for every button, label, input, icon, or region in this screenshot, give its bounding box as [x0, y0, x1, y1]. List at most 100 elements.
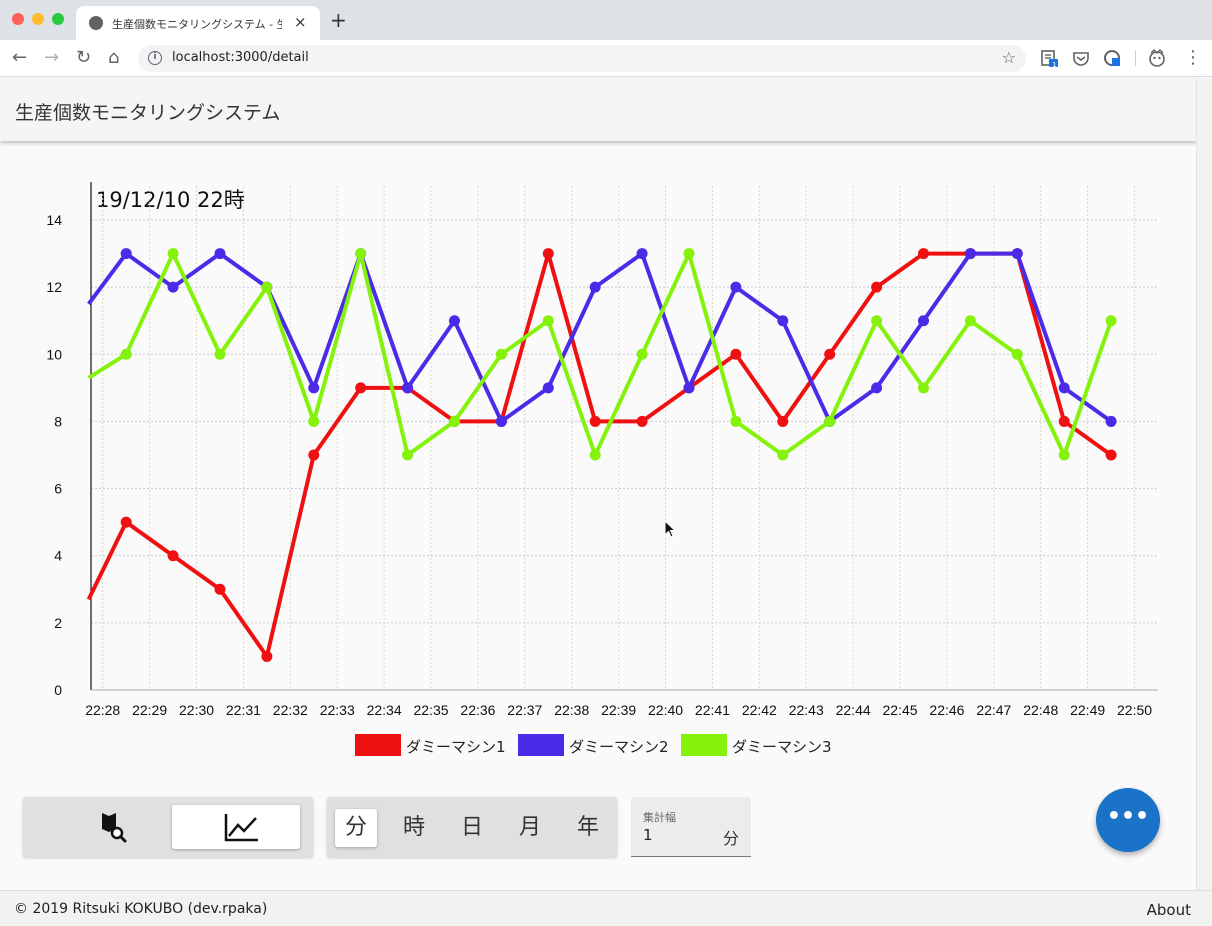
app-bar: 生産個数モニタリングシステム — [0, 78, 1196, 141]
y-tick-label: 12 — [46, 279, 62, 295]
data-point — [308, 382, 320, 394]
data-point — [777, 315, 789, 327]
x-tick-label: 22:50 — [1117, 702, 1152, 718]
x-tick-label: 22:45 — [883, 702, 918, 718]
x-tick-label: 22:35 — [414, 702, 449, 718]
x-tick-label: 22:47 — [976, 702, 1011, 718]
browser-menu-icon[interactable]: ⋮ — [1184, 48, 1202, 68]
data-point — [1058, 382, 1070, 394]
data-point — [871, 382, 883, 394]
x-tick-label: 22:31 — [226, 702, 261, 718]
more-actions-fab[interactable]: ••• — [1096, 788, 1160, 852]
data-point — [683, 248, 695, 260]
tab-title: 生産個数モニタリングシステム - 生産個数 — [112, 18, 282, 31]
x-tick-label: 22:38 — [554, 702, 589, 718]
forward-button[interactable]: → — [44, 48, 59, 68]
aggregation-width-field[interactable]: 集計幅 1 分 — [631, 797, 751, 857]
chart-title: 19/12/10 22時 — [96, 188, 245, 212]
unit-month-button[interactable]: 月 — [509, 809, 551, 847]
x-tick-label: 22:37 — [507, 702, 542, 718]
home-button[interactable]: ⌂ — [108, 48, 119, 68]
back-button[interactable]: ← — [12, 48, 27, 68]
y-tick-label: 8 — [54, 413, 62, 429]
x-tick-label: 22:32 — [273, 702, 308, 718]
data-point — [214, 348, 226, 360]
x-tick-label: 22:28 — [85, 702, 120, 718]
close-window-button[interactable] — [12, 13, 24, 25]
data-point — [355, 248, 367, 260]
mouse-cursor-icon — [664, 520, 677, 538]
minimize-window-button[interactable] — [32, 13, 44, 25]
chart-grid — [91, 186, 1158, 690]
data-point — [636, 248, 648, 260]
x-tick-label: 22:36 — [460, 702, 495, 718]
copyright-text: © 2019 Ritsuki KOKUBO (dev.rpaka) — [14, 901, 268, 917]
chart-series — [86, 248, 1117, 662]
data-point — [589, 281, 601, 293]
series-1 — [86, 248, 1117, 662]
data-point — [730, 348, 742, 360]
browser-tab-bar: 生産個数モニタリングシステム - 生産個数 × + — [0, 0, 1212, 40]
data-point — [730, 281, 742, 293]
legend-label-1: ダミーマシン1 — [406, 738, 506, 756]
data-point — [355, 382, 367, 394]
profile-avatar-icon[interactable] — [1148, 49, 1166, 67]
aggregation-width-suffix: 分 — [723, 829, 740, 848]
x-tick-label: 22:30 — [179, 702, 214, 718]
data-point — [1105, 449, 1117, 461]
data-point — [824, 348, 836, 360]
data-point — [308, 449, 320, 461]
data-point — [777, 415, 789, 427]
data-point — [120, 248, 132, 260]
data-point — [683, 382, 695, 394]
zoom-window-button[interactable] — [52, 13, 64, 25]
data-point — [167, 281, 179, 293]
view-toggle-group — [23, 797, 313, 857]
data-point — [214, 583, 226, 595]
address-bar[interactable]: i localhost:3000/detail ☆ — [138, 45, 1026, 72]
unit-day-button[interactable]: 日 — [451, 809, 493, 847]
x-tick-label: 22:49 — [1070, 702, 1105, 718]
new-tab-button[interactable]: + — [330, 10, 347, 30]
vertical-scrollbar[interactable] — [1196, 78, 1212, 890]
url-text[interactable]: localhost:3000/detail — [172, 50, 309, 65]
data-point — [589, 415, 601, 427]
x-tick-label: 22:41 — [695, 702, 730, 718]
map-view-button[interactable] — [45, 807, 145, 847]
x-tick-label: 22:40 — [648, 702, 683, 718]
aggregation-width-input[interactable]: 1 — [643, 826, 653, 844]
reload-button[interactable]: ↻ — [76, 48, 91, 68]
x-tick-label: 22:44 — [836, 702, 871, 718]
legend-swatch-3 — [681, 734, 727, 756]
browser-toolbar: ← → ↻ ⌂ i localhost:3000/detail ☆ 1 ⋮ — [0, 40, 1212, 77]
series-2 — [87, 248, 1117, 427]
y-tick-label: 6 — [54, 481, 62, 497]
app-title: 生産個数モニタリングシステム — [15, 102, 281, 124]
data-point — [120, 516, 132, 528]
data-point — [777, 449, 789, 461]
chart-view-button[interactable] — [172, 805, 300, 849]
data-point — [542, 315, 554, 327]
unit-hour-button[interactable]: 時 — [393, 809, 435, 847]
browser-tab[interactable]: 生産個数モニタリングシステム - 生産個数 × — [76, 6, 320, 40]
pocket-icon[interactable] — [1072, 49, 1090, 67]
data-point — [448, 415, 460, 427]
toolbar-divider — [1135, 50, 1136, 66]
x-tick-label: 22:43 — [789, 702, 824, 718]
map-search-icon — [102, 813, 127, 843]
unit-year-button[interactable]: 年 — [567, 809, 609, 847]
data-point — [589, 449, 601, 461]
tab-close-icon[interactable]: × — [294, 13, 307, 31]
privacy-extension-icon[interactable] — [1103, 49, 1121, 67]
data-point — [120, 348, 132, 360]
data-point — [917, 315, 929, 327]
chart-axes: 0 2 4 6 8 10 12 14 22:28 22:29 22:30 22:31 22:32 22:3… — [46, 182, 1158, 718]
unit-minute-button[interactable]: 分 — [335, 809, 377, 847]
production-chart: 19/12/10 22時 0 2 4 6 8 10 12 14 22:28 22:29 22:30 2… — [46, 182, 1158, 718]
about-link[interactable]: About — [1147, 901, 1191, 919]
data-point — [871, 315, 883, 327]
legend-swatch-1 — [355, 734, 401, 756]
bookmark-star-icon[interactable]: ☆ — [1002, 48, 1016, 67]
site-info-icon[interactable]: i — [148, 51, 162, 65]
footer: © 2019 Ritsuki KOKUBO (dev.rpaka) About — [0, 890, 1212, 926]
